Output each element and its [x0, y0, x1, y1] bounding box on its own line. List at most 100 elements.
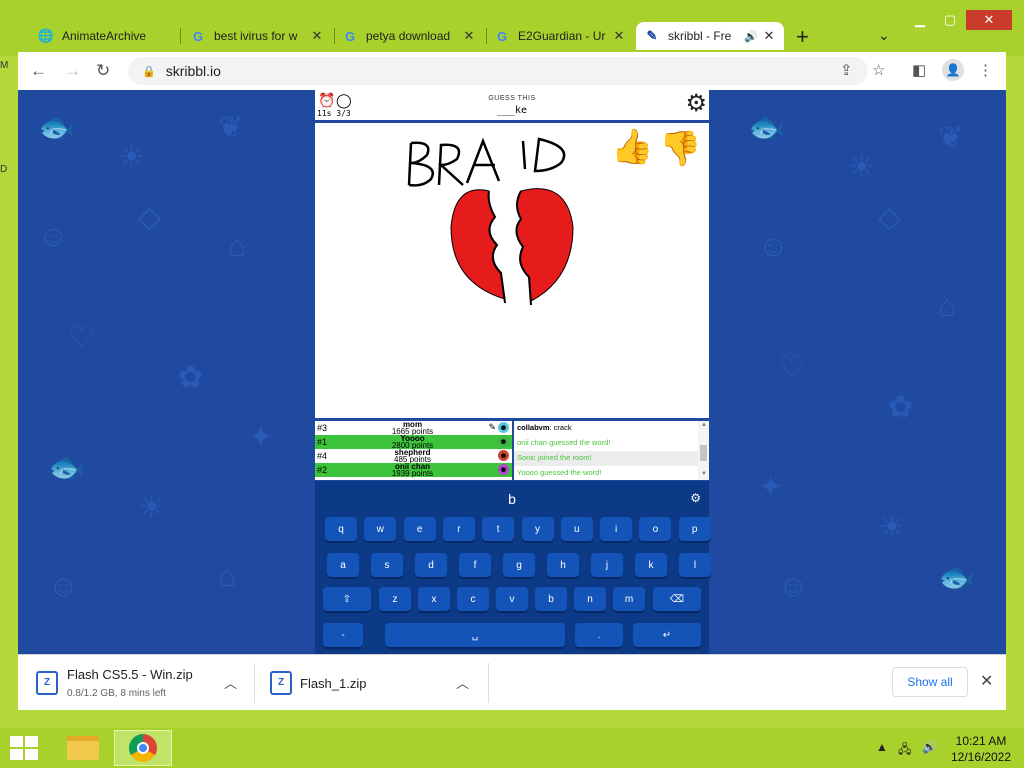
avatar[interactable]: ☻: [498, 450, 509, 461]
system-clock[interactable]: 10:21 AM 12/16/2022: [946, 733, 1016, 765]
tab-separator: [180, 28, 181, 44]
tab-search-chevron-icon[interactable]: ⌄: [878, 27, 890, 44]
tab-title: best ivirus for w: [214, 29, 298, 43]
forward-arrow-icon[interactable]: →: [64, 61, 81, 81]
download-item[interactable]: Z Flash_1.zip ︿: [256, 655, 488, 711]
key-f[interactable]: f: [459, 553, 491, 577]
key-t[interactable]: t: [482, 517, 515, 541]
file-explorer-icon[interactable]: [54, 730, 112, 766]
key-s[interactable]: s: [371, 553, 403, 577]
drawing-svg: [407, 137, 574, 306]
thumbs-down-icon[interactable]: 👎: [659, 129, 701, 169]
profile-avatar-icon[interactable]: 👤: [942, 59, 964, 81]
tab-skribbl[interactable]: ✎ skribbl - Fre 🔊 ✕: [636, 22, 784, 50]
key-period[interactable]: .: [575, 623, 623, 647]
key-p[interactable]: p: [678, 517, 711, 541]
thumbs-up-icon[interactable]: 👍: [611, 127, 653, 167]
desktop-icon-label[interactable]: M: [0, 60, 8, 71]
scroll-up-icon[interactable]: ▲: [701, 422, 707, 428]
key-v[interactable]: v: [496, 587, 528, 611]
drawn-letter-i: [521, 140, 527, 170]
player-list: #3 mom 1665 points ✎ ☻ #1 Yoooo 2800 poi…: [315, 421, 512, 480]
chat-message: onii chan guessed the word!: [514, 436, 709, 451]
tab-title: AnimateArchive: [62, 29, 147, 43]
chrome-icon[interactable]: [114, 730, 172, 766]
minimize-button[interactable]: ▁: [904, 10, 936, 30]
share-icon[interactable]: ⇪: [840, 61, 853, 79]
tab-e2guardian[interactable]: G E2Guardian - Ur ✕: [486, 22, 634, 50]
key-x[interactable]: x: [418, 587, 450, 611]
avatar[interactable]: ☻: [498, 464, 509, 475]
key-k[interactable]: k: [635, 553, 667, 577]
doodle-fish-icon: 🐟: [38, 111, 76, 144]
avatar[interactable]: ☻: [498, 422, 509, 433]
desktop-icon-label[interactable]: D: [0, 164, 7, 175]
key-i[interactable]: i: [600, 517, 633, 541]
bookmark-star-icon[interactable]: ☆: [872, 61, 885, 79]
key-n[interactable]: n: [574, 587, 606, 611]
key-u[interactable]: u: [560, 517, 593, 541]
doodle-leaf-icon: ❦: [218, 111, 244, 144]
drawing-canvas[interactable]: 👍 👎: [315, 123, 709, 418]
tab-petya-download[interactable]: G petya download ✕: [334, 22, 484, 50]
key-z[interactable]: z: [379, 587, 411, 611]
doodle-sun-icon: ☀: [848, 151, 875, 184]
address-bar[interactable]: 🔒 skribbl.io: [128, 57, 868, 85]
key-o[interactable]: o: [639, 517, 672, 541]
key-w[interactable]: w: [364, 517, 397, 541]
start-windows-icon[interactable]: [10, 736, 38, 760]
close-tab-icon[interactable]: ✕: [762, 28, 776, 44]
maximize-button[interactable]: ▢: [934, 10, 966, 30]
back-arrow-icon[interactable]: ←: [30, 61, 47, 81]
keyboard-settings-gear-icon[interactable]: ⚙: [690, 491, 701, 505]
chat-box[interactable]: collabvm: crack onii chan guessed the wo…: [514, 421, 709, 480]
key-e[interactable]: e: [403, 517, 436, 541]
key-g[interactable]: g: [503, 553, 535, 577]
key-r[interactable]: r: [442, 517, 475, 541]
tab-best-ivirus[interactable]: G best ivirus for w ✕: [182, 22, 332, 50]
tray-chevron-up-icon[interactable]: ▲: [876, 740, 888, 754]
key-a[interactable]: a: [327, 553, 359, 577]
scroll-down-icon[interactable]: ▼: [701, 471, 707, 477]
key-space[interactable]: ␣: [385, 623, 565, 647]
close-tab-icon[interactable]: ✕: [612, 28, 626, 44]
speaker-icon[interactable]: 🔊: [744, 30, 758, 43]
chevron-up-icon[interactable]: ︿: [456, 673, 469, 692]
chat-scroll-thumb[interactable]: [700, 445, 707, 461]
key-l[interactable]: l: [679, 553, 711, 577]
doodle-leaf-icon: ❦: [938, 121, 964, 154]
player-row: #1 Yoooo 2800 points ☻: [315, 434, 512, 450]
key-backspace[interactable]: ⌫: [653, 587, 701, 611]
download-status: 0.8/1.2 GB, 8 mins left: [67, 688, 166, 699]
network-icon[interactable]: 🖧: [898, 740, 911, 761]
key-d[interactable]: d: [415, 553, 447, 577]
key-c[interactable]: c: [457, 587, 489, 611]
download-item[interactable]: Z Flash CS5.5 - Win.zip 0.8/1.2 GB, 8 mi…: [18, 655, 254, 711]
key-shift[interactable]: ⇧: [323, 587, 371, 611]
show-all-button[interactable]: Show all: [892, 667, 968, 697]
google-icon: G: [344, 28, 356, 44]
close-tab-icon[interactable]: ✕: [462, 28, 476, 44]
close-download-bar-icon[interactable]: ✕: [980, 671, 993, 691]
avatar[interactable]: ☻: [498, 436, 509, 447]
key-m[interactable]: m: [613, 587, 645, 611]
key-b[interactable]: b: [535, 587, 567, 611]
key-h[interactable]: h: [547, 553, 579, 577]
close-tab-icon[interactable]: ✕: [310, 28, 324, 44]
settings-gear-icon[interactable]: ⚙: [685, 91, 707, 117]
volume-icon[interactable]: 🔊: [922, 740, 937, 754]
key-enter[interactable]: ↵: [633, 623, 701, 647]
tab-animatearchive[interactable]: 🌐 AnimateArchive: [30, 22, 178, 50]
doodle-heart-icon: ♡: [778, 351, 805, 384]
key-j[interactable]: j: [591, 553, 623, 577]
doodle-diamond-icon: ◇: [138, 201, 162, 234]
key-y[interactable]: y: [521, 517, 554, 541]
new-tab-button[interactable]: +: [796, 24, 809, 50]
key-q[interactable]: q: [325, 517, 357, 541]
side-panel-icon[interactable]: ◧: [912, 61, 926, 79]
chevron-up-icon[interactable]: ︿: [224, 673, 237, 692]
key-dash[interactable]: -: [323, 623, 363, 647]
reload-icon[interactable]: ↻: [96, 61, 110, 81]
close-window-button[interactable]: ✕: [966, 10, 1012, 30]
menu-dots-icon[interactable]: ⋮: [978, 61, 993, 79]
